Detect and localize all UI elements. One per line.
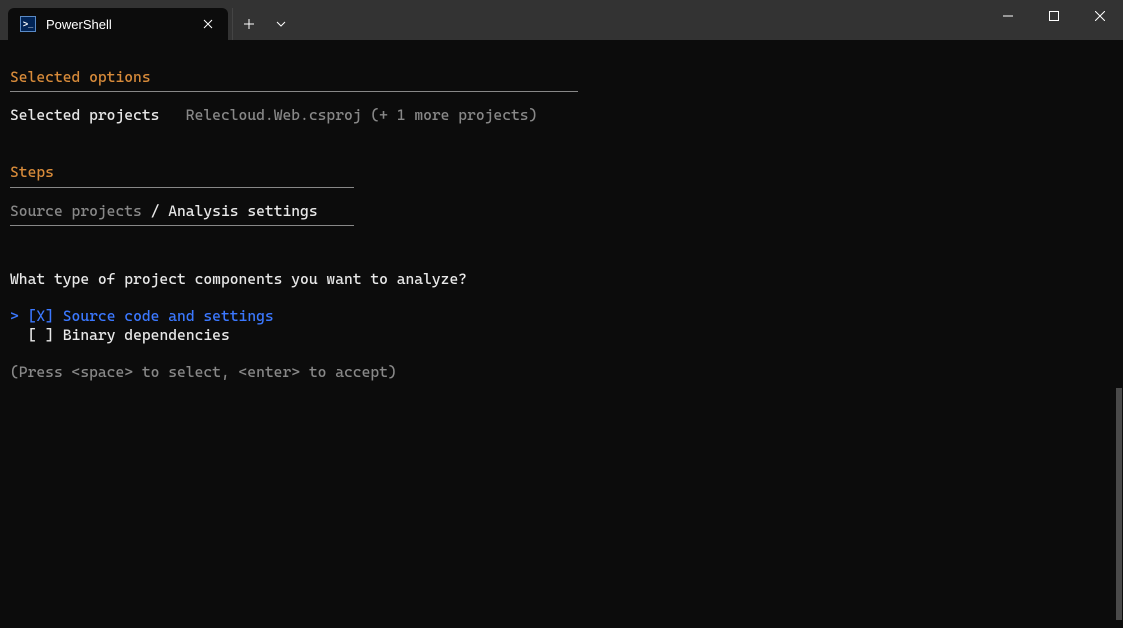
- tab-dropdown-button[interactable]: [265, 8, 297, 40]
- option-source-code[interactable]: > [X] Source code and settings: [10, 307, 1113, 326]
- crumb-prev: Source projects: [10, 202, 142, 220]
- tab-title: PowerShell: [46, 17, 190, 32]
- terminal-content[interactable]: Selected options Selected projects Relec…: [0, 40, 1123, 393]
- option-binary-deps[interactable]: [ ] Binary dependencies: [10, 326, 1113, 345]
- tab-actions: [232, 8, 297, 40]
- crumb-current: Analysis settings: [168, 202, 317, 220]
- window-titlebar: >_ PowerShell: [0, 0, 1123, 40]
- crumb-sep: /: [142, 202, 168, 220]
- new-tab-button[interactable]: [233, 8, 265, 40]
- prompt-question: What type of project components you want…: [10, 270, 1113, 289]
- option-label: Binary dependencies: [63, 326, 230, 344]
- selected-options-header: Selected options: [10, 68, 1113, 87]
- steps-header: Steps: [10, 163, 1113, 182]
- powershell-icon: >_: [20, 16, 36, 32]
- minimize-button[interactable]: [985, 0, 1031, 32]
- selected-projects-row: Selected projects Relecloud.Web.csproj (…: [10, 106, 1113, 125]
- selected-projects-label: Selected projects: [10, 106, 159, 124]
- checkbox-checked: [X]: [28, 307, 54, 325]
- close-tab-icon[interactable]: [200, 16, 216, 32]
- maximize-button[interactable]: [1031, 0, 1077, 32]
- checkbox-unchecked: [ ]: [28, 326, 54, 344]
- option-label: Source code and settings: [63, 307, 274, 325]
- tab-powershell[interactable]: >_ PowerShell: [8, 8, 228, 40]
- divider: [10, 91, 578, 92]
- divider: [10, 187, 354, 188]
- window-controls: [985, 0, 1123, 40]
- selected-projects-value: Relecloud.Web.csproj (+ 1 more projects): [186, 106, 538, 124]
- tab-strip: >_ PowerShell: [0, 0, 297, 40]
- steps-breadcrumb: Source projects / Analysis settings: [10, 202, 1113, 221]
- scrollbar[interactable]: [1116, 388, 1122, 620]
- selection-cursor: >: [10, 307, 19, 325]
- keyboard-hint: (Press <space> to select, <enter> to acc…: [10, 363, 1113, 382]
- close-window-button[interactable]: [1077, 0, 1123, 32]
